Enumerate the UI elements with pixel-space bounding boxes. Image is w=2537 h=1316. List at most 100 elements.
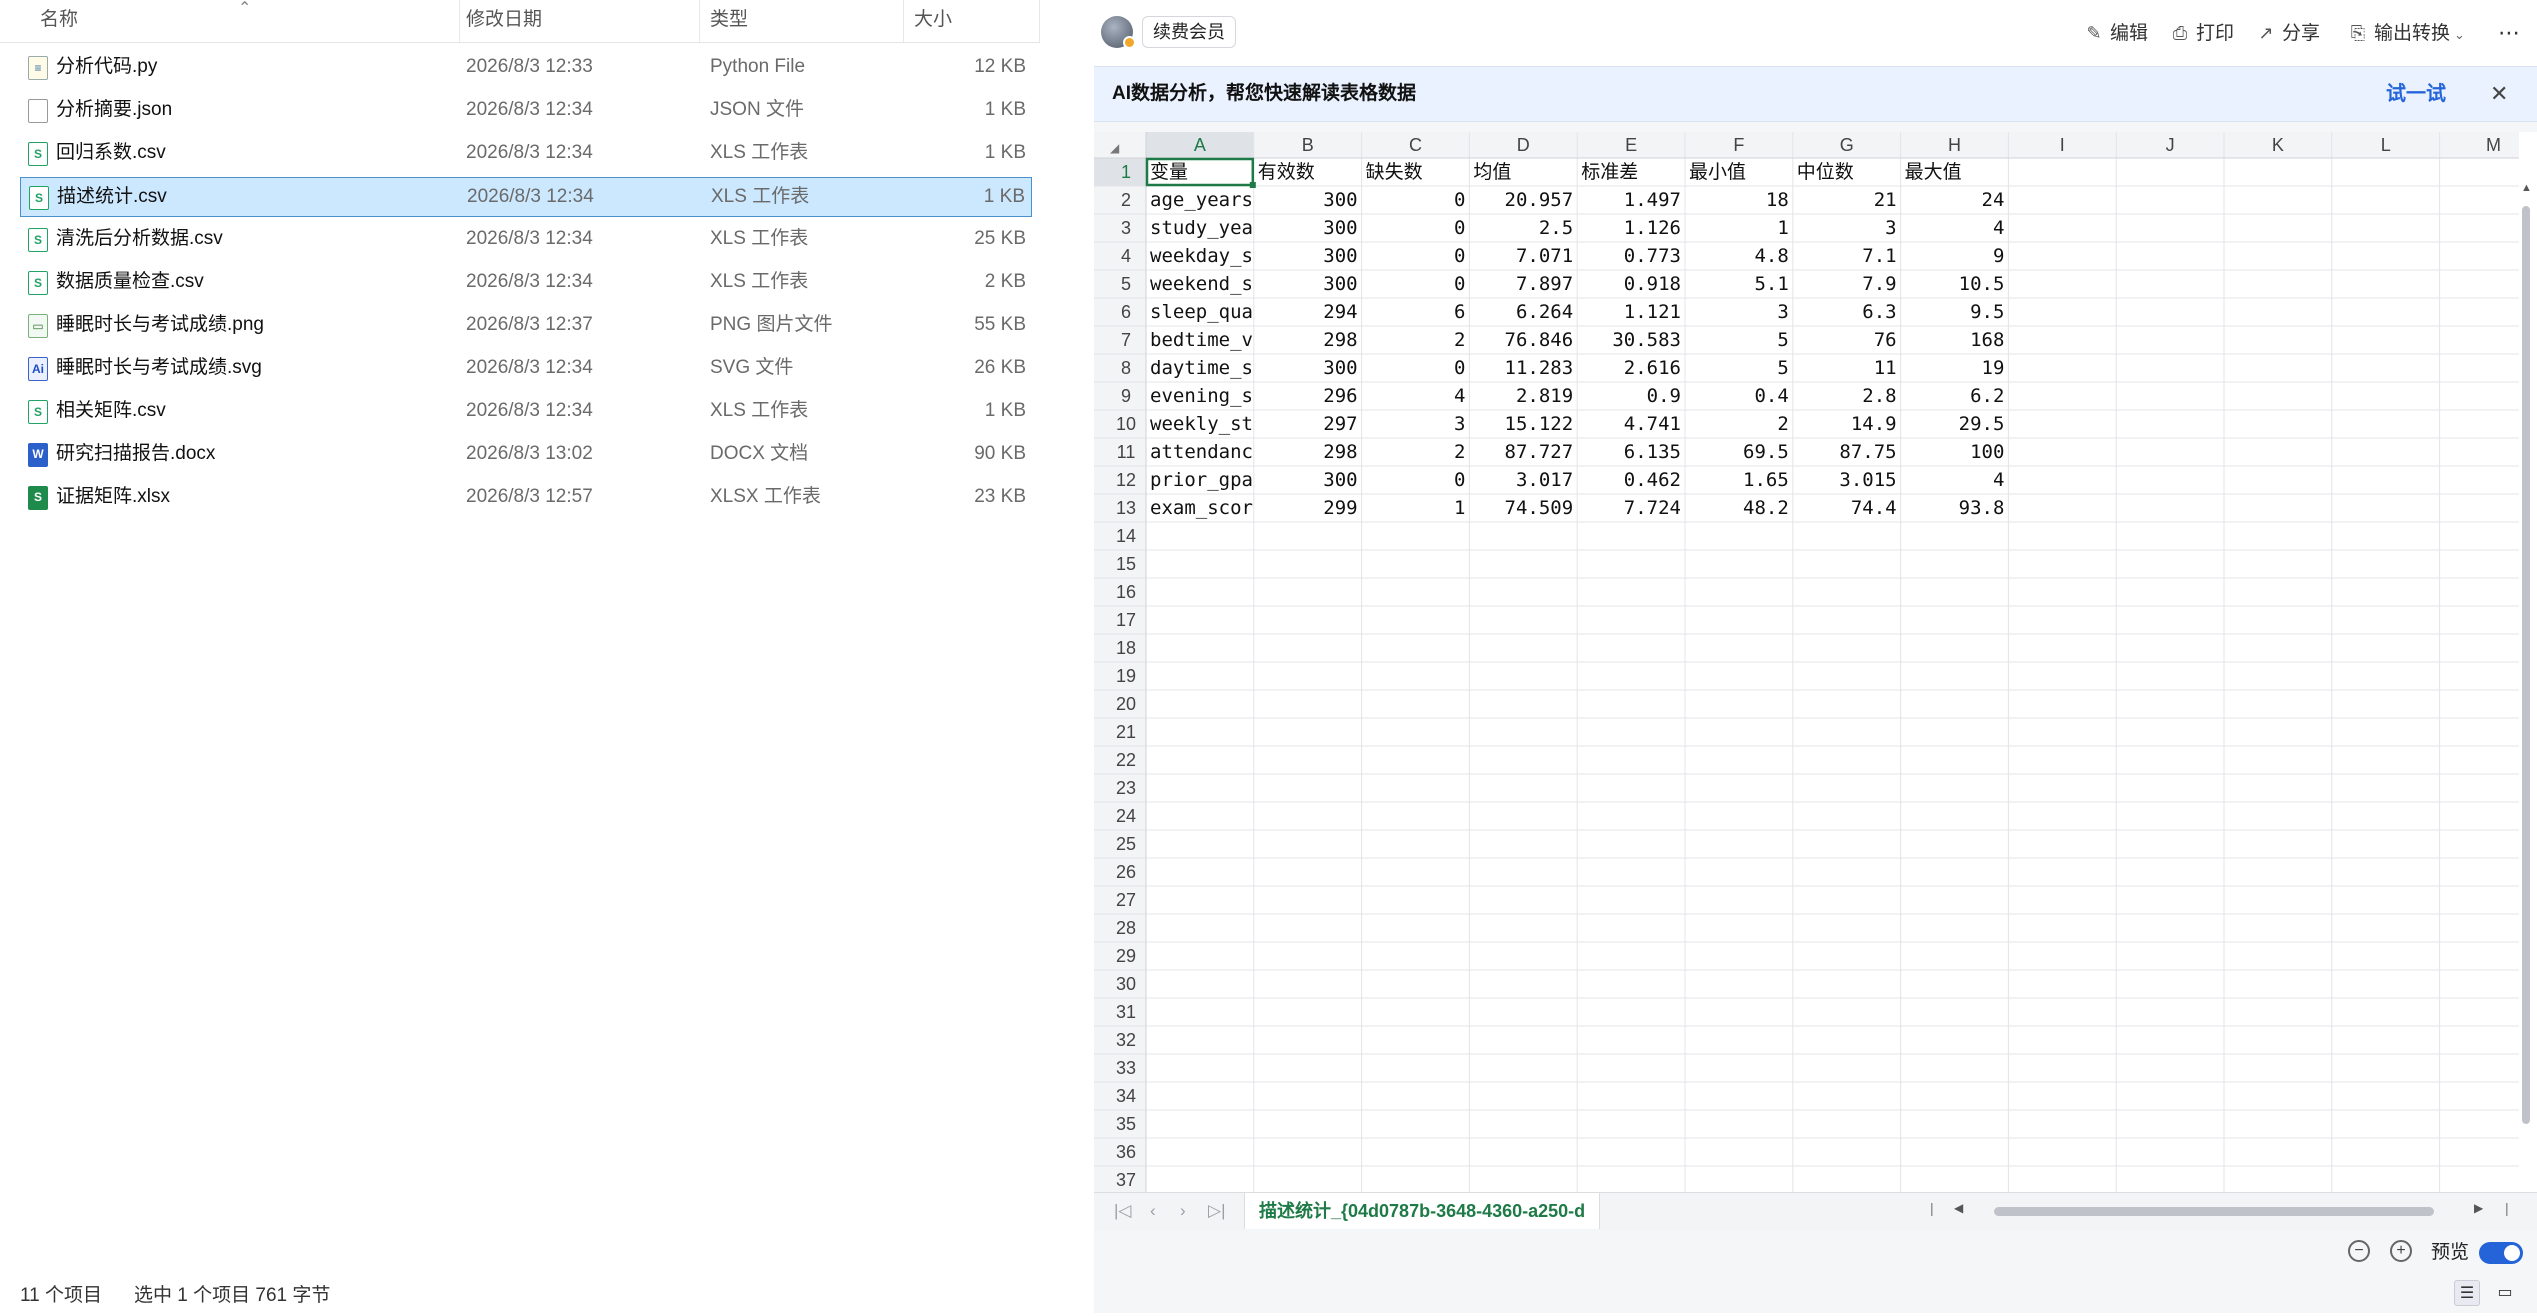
spreadsheet-grid[interactable]: ◢ A B C D E F G H I J K L M 1 2 3 4 5 6 7 8 9 10 11 12 13 14 15 16 17 1…: [1094, 132, 2537, 1192]
column-letter-a[interactable]: A: [1194, 135, 1206, 155]
data-cell[interactable]: 1.65: [1743, 469, 1789, 491]
data-cell[interactable]: 0.462: [1624, 469, 1681, 491]
data-cell[interactable]: 6.264: [1516, 301, 1573, 323]
select-all-icon[interactable]: ◢: [1110, 141, 1120, 155]
preview-toggle[interactable]: [2479, 1242, 2523, 1264]
column-letter-i[interactable]: I: [2060, 135, 2065, 155]
data-cell[interactable]: 2: [1454, 329, 1465, 351]
data-cell[interactable]: weekend_sl: [1150, 273, 1264, 295]
file-row[interactable]: S 数据质量检查.csv 2026/8/3 12:34 XLS 工作表 2 KB: [20, 263, 1032, 303]
data-cell[interactable]: 3: [1454, 413, 1465, 435]
data-cell[interactable]: 6.3: [1862, 301, 1896, 323]
data-cell[interactable]: study_year: [1150, 217, 1264, 239]
data-cell[interactable]: 4.741: [1624, 413, 1681, 435]
row-number[interactable]: 16: [1116, 582, 1136, 602]
row-number[interactable]: 4: [1121, 246, 1131, 266]
data-cell[interactable]: 2: [1454, 441, 1465, 463]
row-number[interactable]: 20: [1116, 694, 1136, 714]
data-cell[interactable]: evening_sc: [1150, 385, 1264, 407]
row-number[interactable]: 1: [1121, 162, 1131, 182]
data-cell[interactable]: 48.2: [1743, 497, 1789, 519]
data-cell[interactable]: 29.5: [1959, 413, 2005, 435]
data-cell[interactable]: 296: [1323, 385, 1357, 407]
data-cell[interactable]: 0: [1454, 245, 1465, 267]
data-cell[interactable]: 1: [1777, 217, 1788, 239]
next-sheet-icon[interactable]: ›: [1180, 1193, 1186, 1229]
row-number[interactable]: 25: [1116, 834, 1136, 854]
row-number[interactable]: 19: [1116, 666, 1136, 686]
data-cell[interactable]: 4: [1454, 385, 1465, 407]
scroll-up-icon[interactable]: ▲: [2521, 182, 2532, 194]
row-number[interactable]: 36: [1116, 1142, 1136, 1162]
horizontal-scrollbar[interactable]: | ◀ ▶ |: [1930, 1200, 2509, 1219]
sheet-tab-active[interactable]: 描述统计_{04d0787b-3648-4360-a250-d: [1244, 1193, 1601, 1229]
renew-membership-button[interactable]: 续费会员: [1142, 16, 1236, 48]
data-cell[interactable]: 2.819: [1516, 385, 1573, 407]
data-cell[interactable]: 168: [1970, 329, 2004, 351]
row-number[interactable]: 10: [1116, 414, 1136, 434]
file-row[interactable]: ▭ 睡眠时长与考试成绩.png 2026/8/3 12:37 PNG 图片文件 55 K…: [20, 306, 1032, 346]
data-cell[interactable]: 3.015: [1839, 469, 1896, 491]
data-cell[interactable]: 297: [1323, 413, 1357, 435]
row-number[interactable]: 37: [1116, 1170, 1136, 1190]
data-cell[interactable]: 0.918: [1624, 273, 1681, 295]
prev-sheet-icon[interactable]: ‹: [1150, 1193, 1156, 1229]
preview-pane-icon[interactable]: ▭: [2492, 1280, 2518, 1306]
header-cell[interactable]: 缺失数: [1366, 161, 1423, 183]
data-cell[interactable]: 7.724: [1624, 497, 1681, 519]
data-cell[interactable]: 2.8: [1862, 385, 1896, 407]
header-cell[interactable]: 变量: [1150, 161, 1188, 183]
data-cell[interactable]: 300: [1323, 245, 1357, 267]
row-number[interactable]: 17: [1116, 610, 1136, 630]
data-cell[interactable]: exam_score: [1150, 497, 1264, 519]
data-cell[interactable]: 74.509: [1505, 497, 1574, 519]
row-number[interactable]: 27: [1116, 890, 1136, 910]
row-number[interactable]: 8: [1121, 358, 1131, 378]
file-row-selected[interactable]: S 描述统计.csv 2026/8/3 12:34 XLS 工作表 1 KB: [20, 177, 1032, 217]
data-cell[interactable]: 69.5: [1743, 441, 1789, 463]
data-cell[interactable]: 19: [1982, 357, 2005, 379]
data-cell[interactable]: 2.616: [1624, 357, 1681, 379]
data-cell[interactable]: 1.121: [1624, 301, 1681, 323]
share-button[interactable]: ↗ 分享: [2256, 18, 2320, 48]
first-sheet-icon[interactable]: |◁: [1114, 1193, 1132, 1229]
row-number[interactable]: 3: [1121, 218, 1131, 238]
column-header-size[interactable]: 大小: [904, 0, 1040, 42]
data-cell[interactable]: 15.122: [1505, 413, 1574, 435]
header-cell[interactable]: 最小值: [1689, 161, 1746, 183]
file-row[interactable]: S 相关矩阵.csv 2026/8/3 12:34 XLS 工作表 1 KB: [20, 392, 1032, 432]
row-number[interactable]: 12: [1116, 470, 1136, 490]
scroll-left-icon[interactable]: ◀: [1954, 1201, 1963, 1215]
column-letter-h[interactable]: H: [1948, 135, 1961, 155]
data-cell[interactable]: 300: [1323, 357, 1357, 379]
scroll-end-icon[interactable]: |: [2505, 1200, 2509, 1216]
file-row[interactable]: S 回归系数.csv 2026/8/3 12:34 XLS 工作表 1 KB: [20, 134, 1032, 174]
data-cell[interactable]: 3: [1777, 301, 1788, 323]
data-cell[interactable]: 20.957: [1505, 189, 1574, 211]
data-cell[interactable]: 6: [1454, 301, 1465, 323]
header-cell[interactable]: 中位数: [1797, 161, 1854, 183]
row-number[interactable]: 11: [1117, 442, 1136, 462]
column-letter-b[interactable]: B: [1302, 135, 1314, 155]
data-cell[interactable]: 0: [1454, 217, 1465, 239]
data-cell[interactable]: 74.4: [1851, 497, 1897, 519]
column-letter-l[interactable]: L: [2381, 135, 2391, 155]
data-cell[interactable]: 100: [1970, 441, 2004, 463]
column-letter-k[interactable]: K: [2272, 135, 2284, 155]
vertical-scroll-thumb[interactable]: [2522, 206, 2530, 1124]
zoom-out-icon[interactable]: −: [2348, 1240, 2370, 1262]
vertical-scrollbar[interactable]: ▲ ▼: [2519, 172, 2533, 1192]
export-button[interactable]: ⎘ 输出转换 ⌄: [2348, 18, 2465, 48]
data-cell[interactable]: 9: [1993, 245, 2004, 267]
data-cell[interactable]: 11: [1874, 357, 1897, 379]
column-header-type[interactable]: 类型: [700, 0, 904, 42]
column-letter-c[interactable]: C: [1409, 135, 1422, 155]
data-cell[interactable]: 76: [1874, 329, 1897, 351]
column-letter-g[interactable]: G: [1840, 135, 1854, 155]
ai-try-button[interactable]: 试一试: [2386, 67, 2446, 121]
data-cell[interactable]: 5: [1777, 329, 1788, 351]
data-cell[interactable]: 11.283: [1505, 357, 1574, 379]
data-cell[interactable]: weekly_stu: [1150, 413, 1264, 435]
header-cell[interactable]: 标准差: [1581, 161, 1638, 183]
row-number[interactable]: 9: [1121, 386, 1131, 406]
